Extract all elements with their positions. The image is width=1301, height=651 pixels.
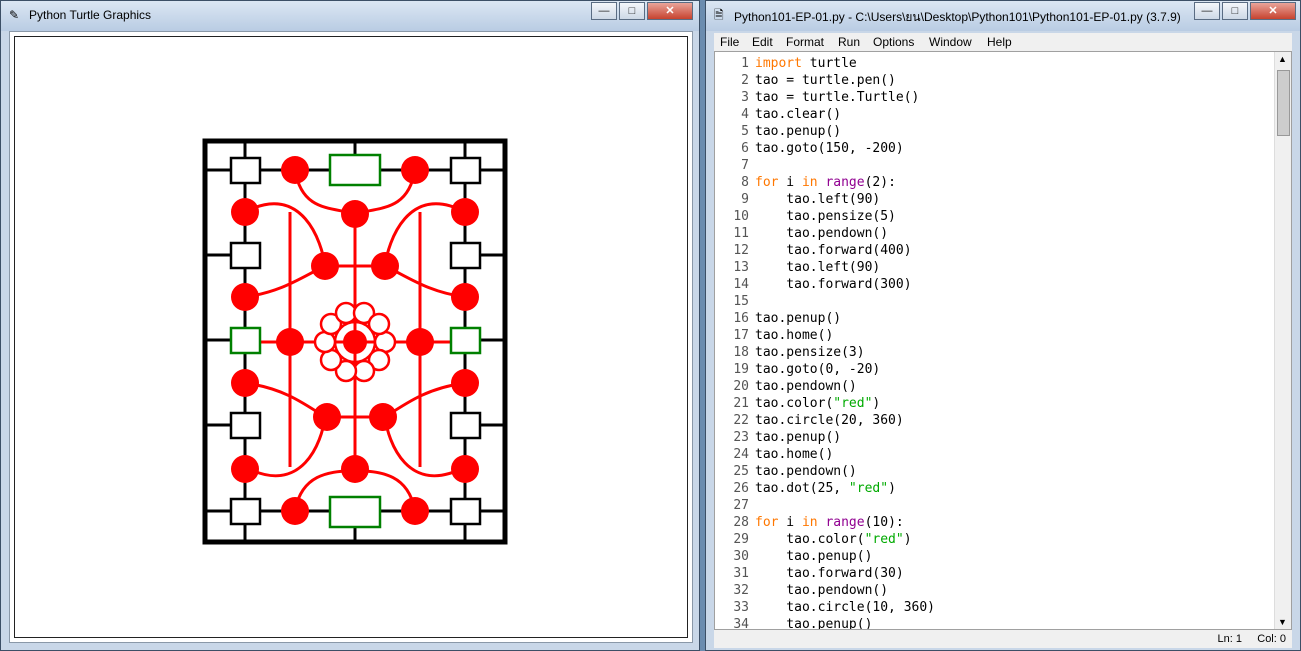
vertical-scrollbar[interactable]: ▲ ▼ <box>1274 52 1291 629</box>
code-line[interactable]: tao.color("red") <box>755 531 935 548</box>
line-number: 21 <box>733 396 749 411</box>
line-number: 19 <box>733 362 749 377</box>
code-line[interactable]: for i in range(10): <box>755 514 935 531</box>
code-line[interactable]: tao.color("red") <box>755 395 935 412</box>
line-number: 32 <box>733 583 749 598</box>
line-number: 18 <box>733 345 749 360</box>
code-line[interactable]: tao.home() <box>755 446 935 463</box>
code-line[interactable] <box>755 157 935 174</box>
code-line[interactable]: tao.penup() <box>755 429 935 446</box>
line-number: 16 <box>733 311 749 326</box>
menu-format[interactable]: Format <box>786 35 824 49</box>
line-number: 20 <box>733 379 749 394</box>
turtle-canvas[interactable] <box>9 31 693 643</box>
line-number: 4 <box>741 107 749 122</box>
menu-edit[interactable]: Edit <box>752 35 773 49</box>
line-number: 23 <box>733 430 749 445</box>
line-number: 8 <box>741 175 749 190</box>
code-line[interactable]: tao.penup() <box>755 548 935 565</box>
line-number: 9 <box>741 192 749 207</box>
maximize-button[interactable]: □ <box>1222 2 1248 20</box>
code-line[interactable]: tao.penup() <box>755 123 935 140</box>
menu-run[interactable]: Run <box>838 35 860 49</box>
code-line[interactable]: tao.left(90) <box>755 191 935 208</box>
line-number: 22 <box>733 413 749 428</box>
code-line[interactable]: tao.penup() <box>755 616 935 629</box>
status-bar: Ln: 1 Col: 0 <box>714 630 1292 648</box>
minimize-button[interactable]: — <box>1194 2 1220 20</box>
line-number: 10 <box>733 209 749 224</box>
code-line[interactable]: tao.forward(400) <box>755 242 935 259</box>
menu-help[interactable]: Help <box>987 35 1012 49</box>
code-line[interactable]: tao.pendown() <box>755 378 935 395</box>
code-line[interactable]: tao.home() <box>755 327 935 344</box>
line-number-gutter: 1 2 3 4 5 6 7 8 9 10 11 12 13 14 15 16 17 18 19 20 21 22 23 24 2… <box>715 55 749 630</box>
code-line[interactable]: tao.circle(20, 360) <box>755 412 935 429</box>
code-line[interactable]: tao.left(90) <box>755 259 935 276</box>
code-line[interactable]: tao.penup() <box>755 310 935 327</box>
line-number: 3 <box>741 90 749 105</box>
line-number: 33 <box>733 600 749 615</box>
line-number: 12 <box>733 243 749 258</box>
code-line[interactable]: tao = turtle.Turtle() <box>755 89 935 106</box>
menu-file[interactable]: File <box>720 35 739 49</box>
status-line: Ln: 1 <box>1217 633 1242 645</box>
code-line[interactable]: tao.pendown() <box>755 225 935 242</box>
code-line[interactable]: for i in range(2): <box>755 174 935 191</box>
menu-options[interactable]: Options <box>873 35 914 49</box>
code-line[interactable]: tao.clear() <box>755 106 935 123</box>
code-line[interactable]: tao.goto(150, -200) <box>755 140 935 157</box>
code-editor[interactable]: 1 2 3 4 5 6 7 8 9 10 11 12 13 14 15 16 17 18 19 20 21 22 23 24 2… <box>714 51 1292 630</box>
scroll-down-arrow-icon[interactable]: ▼ <box>1278 617 1287 627</box>
line-number: 6 <box>741 141 749 156</box>
line-number: 2 <box>741 73 749 88</box>
code-line[interactable]: tao.goto(0, -20) <box>755 361 935 378</box>
line-number: 17 <box>733 328 749 343</box>
code-line[interactable]: tao.pensize(5) <box>755 208 935 225</box>
code-text[interactable]: import turtle tao = turtle.pen() tao = tur… <box>755 55 935 629</box>
code-line[interactable]: tao.dot(25, "red") <box>755 480 935 497</box>
code-line[interactable]: tao.pendown() <box>755 582 935 599</box>
line-number: 14 <box>733 277 749 292</box>
scroll-thumb[interactable] <box>1277 70 1290 136</box>
code-line[interactable]: tao.pendown() <box>755 463 935 480</box>
idle-window: 🗎 Python101-EP-01.py - C:\Users\ยน\Deskt… <box>705 0 1301 651</box>
code-line[interactable]: tao.forward(30) <box>755 565 935 582</box>
line-number: 34 <box>733 617 749 630</box>
scroll-up-arrow-icon[interactable]: ▲ <box>1278 54 1287 64</box>
menu-bar: File Edit Format Run Options Window Help <box>714 33 1292 51</box>
line-number: 15 <box>733 294 749 309</box>
line-number: 29 <box>733 532 749 547</box>
code-line[interactable] <box>755 497 935 514</box>
line-number: 30 <box>733 549 749 564</box>
line-number: 7 <box>741 158 749 173</box>
line-number: 25 <box>733 464 749 479</box>
python-file-icon: 🗎 <box>714 8 724 22</box>
turtle-window: ✎ Python Turtle Graphics — □ ✕ <box>0 0 700 651</box>
code-line[interactable]: import turtle <box>755 55 935 72</box>
line-number: 26 <box>733 481 749 496</box>
line-number: 28 <box>733 515 749 530</box>
code-line[interactable]: tao.pensize(3) <box>755 344 935 361</box>
line-number: 1 <box>741 56 749 71</box>
line-number: 11 <box>733 226 749 241</box>
status-col: Col: 0 <box>1257 633 1286 645</box>
menu-window[interactable]: Window <box>929 35 972 49</box>
idle-title: Python101-EP-01.py - C:\Users\ยน\Desktop… <box>734 10 1181 24</box>
line-number: 13 <box>733 260 749 275</box>
turtle-drawing <box>202 138 508 545</box>
idle-titlebar[interactable]: 🗎 Python101-EP-01.py - C:\Users\ยน\Deskt… <box>706 1 1300 31</box>
line-number: 27 <box>733 498 749 513</box>
code-line[interactable]: tao = turtle.pen() <box>755 72 935 89</box>
code-line[interactable]: tao.forward(300) <box>755 276 935 293</box>
close-button[interactable]: ✕ <box>1250 2 1296 20</box>
line-number: 31 <box>733 566 749 581</box>
line-number: 5 <box>741 124 749 139</box>
line-number: 24 <box>733 447 749 462</box>
code-line[interactable]: tao.circle(10, 360) <box>755 599 935 616</box>
code-line[interactable] <box>755 293 935 310</box>
